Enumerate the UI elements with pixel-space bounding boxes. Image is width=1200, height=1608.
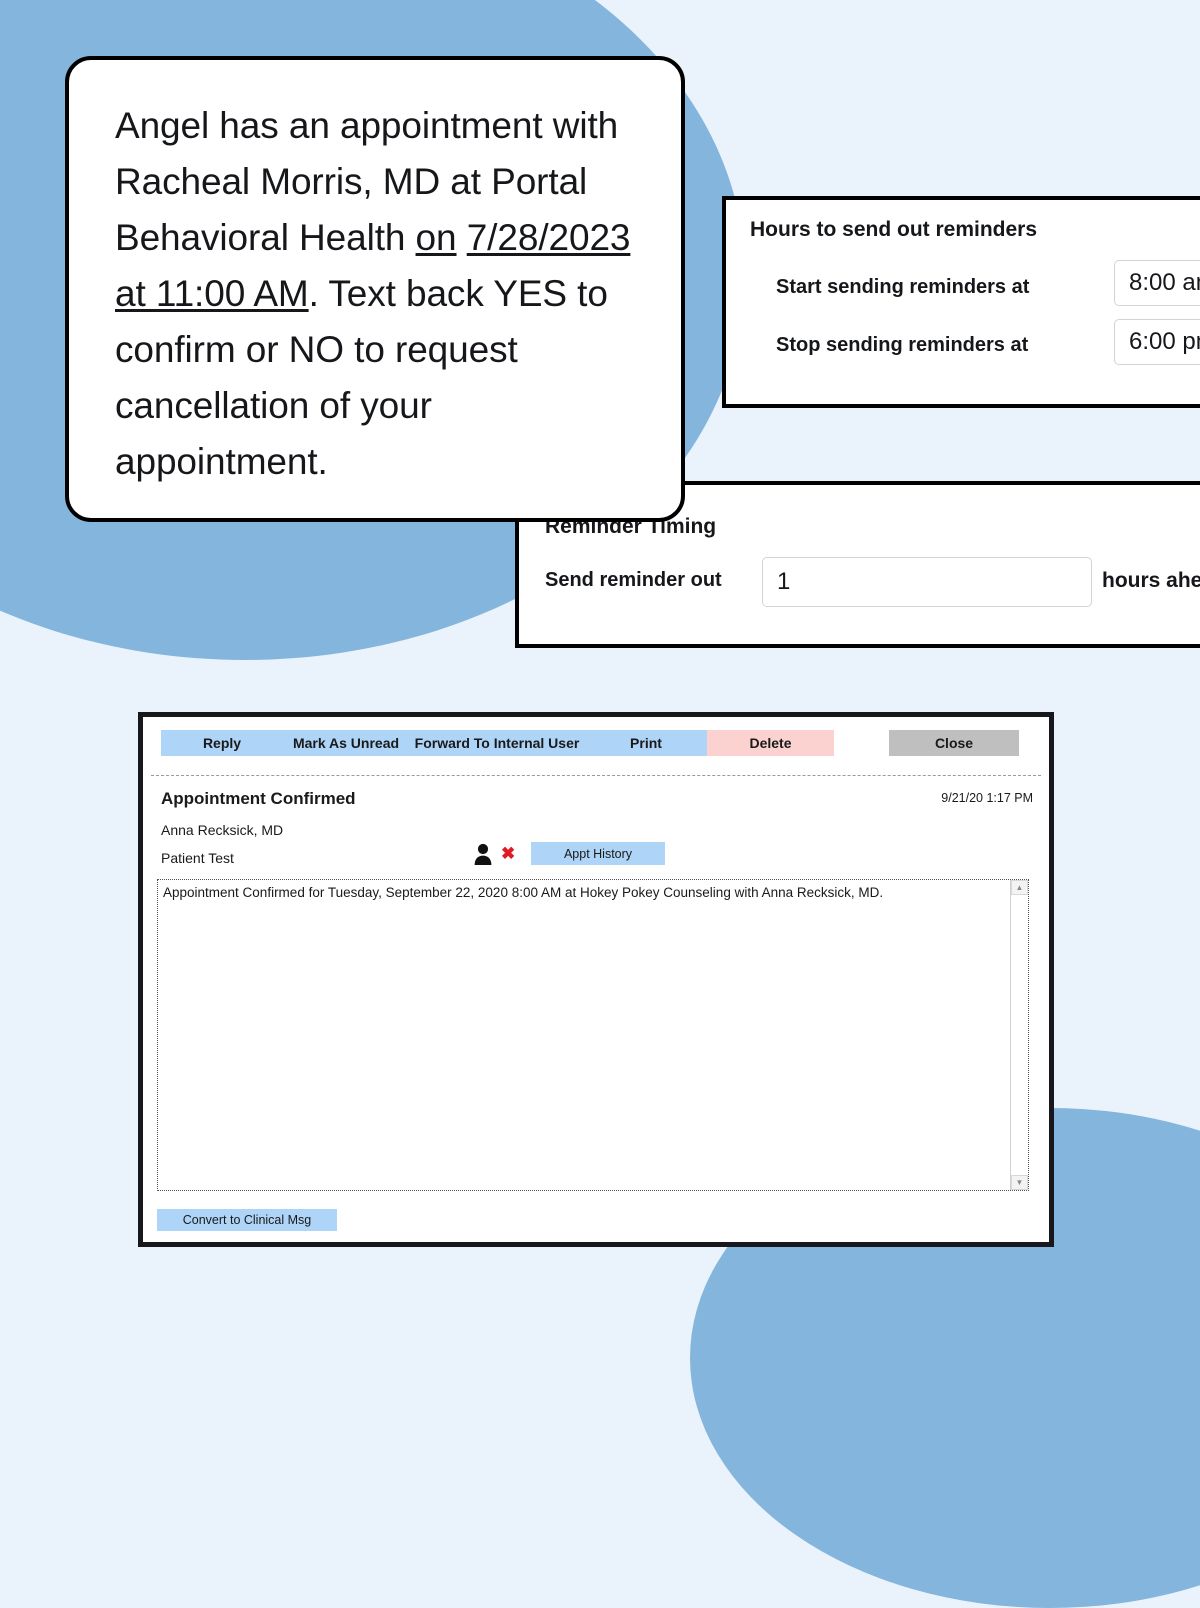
message-toolbar: Reply Mark As Unread Forward To Internal… xyxy=(143,717,1049,757)
print-button[interactable]: Print xyxy=(585,730,707,756)
message-body-text: Appointment Confirmed for Tuesday, Septe… xyxy=(163,885,884,900)
hours-panel-heading: Hours to send out reminders xyxy=(750,218,1038,241)
forward-to-internal-user-button[interactable]: Forward To Internal User xyxy=(409,730,585,756)
scroll-down-arrow-icon[interactable]: ▼ xyxy=(1011,1175,1028,1190)
sms-reminder-bubble: Angel has an appointment with Racheal Mo… xyxy=(65,56,685,522)
message-viewer-window: Reply Mark As Unread Forward To Internal… xyxy=(138,712,1054,1247)
start-sending-reminders-label: Start sending reminders at xyxy=(776,276,1030,298)
send-reminder-hours-input[interactable]: 1 xyxy=(762,557,1092,607)
mark-as-unread-button[interactable]: Mark As Unread xyxy=(283,730,409,756)
person-icon xyxy=(474,843,492,865)
message-patient-name: Patient Test xyxy=(161,850,234,866)
sms-line-4-plain: . Text xyxy=(308,273,396,314)
appt-history-button[interactable]: Appt History xyxy=(531,842,665,865)
message-timestamp: 9/21/20 1:17 PM xyxy=(941,791,1033,805)
sms-line-1: Angel has an appointment xyxy=(115,105,543,146)
reply-button[interactable]: Reply xyxy=(161,730,283,756)
close-button[interactable]: Close xyxy=(889,730,1019,756)
hours-to-send-reminders-panel: Hours to send out reminders Start sendin… xyxy=(722,196,1200,408)
sms-reminder-text: Angel has an appointment with Racheal Mo… xyxy=(115,98,645,490)
convert-to-clinical-msg-button[interactable]: Convert to Clinical Msg xyxy=(157,1209,337,1231)
message-body-scrollbar[interactable]: ▲ ▼ xyxy=(1010,880,1028,1190)
stop-sending-reminders-input[interactable]: 6:00 pm xyxy=(1114,319,1200,365)
toolbar-divider xyxy=(151,775,1041,776)
remove-patient-icon[interactable]: ✖ xyxy=(501,845,515,862)
sms-line-7: appointment. xyxy=(115,441,328,482)
message-subject: Appointment Confirmed xyxy=(161,789,356,808)
sms-line-3-underlined: on xyxy=(415,217,457,258)
message-body-box: Appointment Confirmed for Tuesday, Septe… xyxy=(157,879,1029,1191)
delete-button[interactable]: Delete xyxy=(707,730,834,756)
hours-ahead-label: hours ahead xyxy=(1102,569,1200,592)
message-sender: Anna Recksick, MD xyxy=(161,822,284,838)
start-sending-reminders-input[interactable]: 8:00 am xyxy=(1114,260,1200,306)
send-reminder-out-label: Send reminder out xyxy=(545,569,722,591)
scroll-up-arrow-icon[interactable]: ▲ xyxy=(1011,880,1028,895)
stop-sending-reminders-label: Stop sending reminders at xyxy=(776,334,1029,356)
